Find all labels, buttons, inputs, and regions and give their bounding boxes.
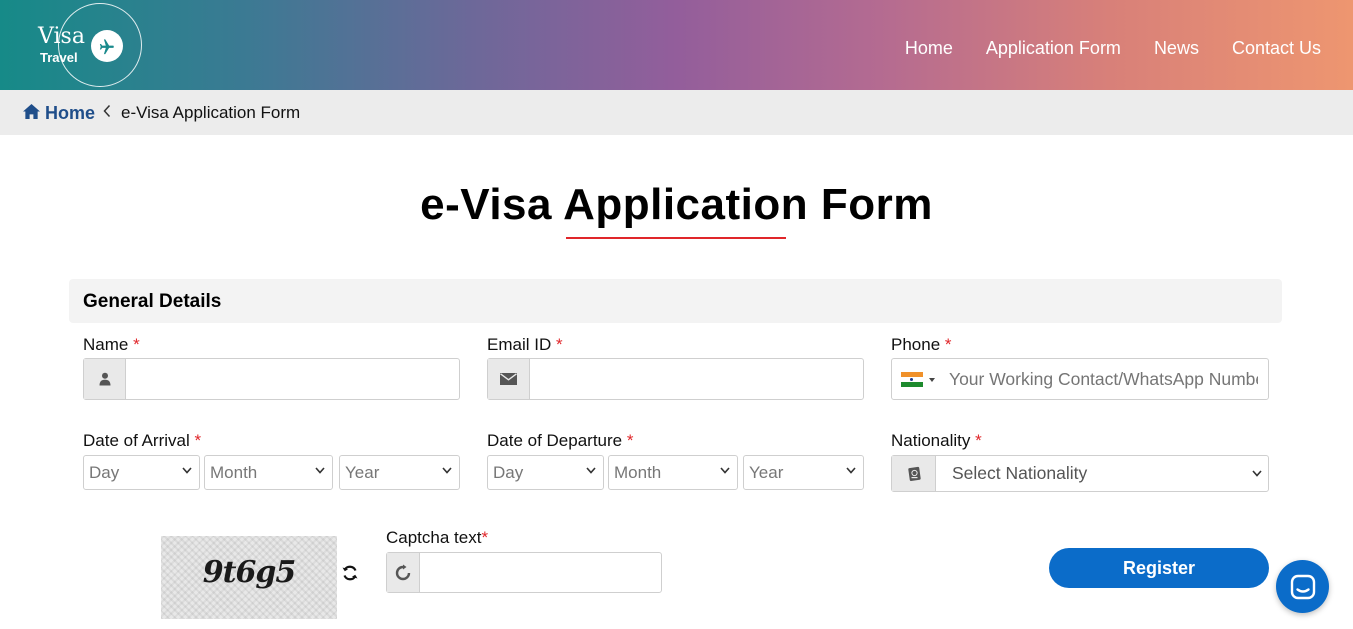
- caret-down-icon: [929, 378, 935, 382]
- india-flag-icon: [901, 372, 923, 387]
- departure-year-value: Year: [749, 462, 784, 482]
- required-mark: *: [626, 431, 634, 450]
- chevron-down-icon: [442, 467, 452, 474]
- email-label-text: Email ID: [487, 335, 552, 354]
- arrival-label: Date of Arrival *: [83, 431, 201, 451]
- brand-logo[interactable]: Visa Travel: [28, 3, 142, 89]
- departure-label: Date of Departure *: [487, 431, 634, 451]
- page-title: e-Visa Application Form: [420, 180, 933, 229]
- section-header: General Details: [69, 279, 1282, 323]
- chevron-down-icon: [720, 467, 730, 474]
- country-code-dropdown[interactable]: [892, 359, 940, 399]
- plane-icon: [91, 30, 123, 62]
- required-mark: *: [975, 431, 982, 450]
- chevron-down-icon: [846, 467, 856, 474]
- breadcrumb-current: e-Visa Application Form: [121, 103, 301, 122]
- nav-application-form[interactable]: Application Form: [986, 38, 1121, 59]
- chevron-down-icon: [182, 467, 192, 474]
- main-nav: Home Application Form News Contact Us: [905, 38, 1321, 59]
- nationality-label: Nationality *: [891, 431, 982, 451]
- captcha-label: Captcha text*: [386, 528, 488, 548]
- envelope-icon: [488, 359, 530, 399]
- arrival-year-value: Year: [345, 462, 380, 482]
- arrival-month-value: Month: [210, 462, 258, 482]
- required-mark: *: [133, 335, 140, 354]
- refresh-icon[interactable]: [341, 564, 359, 587]
- chevron-left-icon: [103, 104, 111, 123]
- user-icon: [84, 359, 126, 399]
- nationality-value: Select Nationality: [952, 463, 1088, 483]
- breadcrumb-home-link[interactable]: Home: [45, 103, 95, 124]
- departure-day-select[interactable]: Day: [487, 455, 604, 490]
- nationality-field: Select Nationality: [891, 455, 1269, 492]
- required-mark: *: [194, 431, 202, 450]
- nationality-label-text: Nationality: [891, 431, 971, 450]
- arrival-year-select[interactable]: Year: [339, 455, 460, 490]
- section-title: General Details: [83, 291, 222, 312]
- phone-label-text: Phone: [891, 335, 941, 354]
- captcha-input[interactable]: [420, 553, 661, 592]
- name-field: [83, 358, 460, 400]
- home-icon[interactable]: [22, 103, 41, 125]
- name-label: Name *: [83, 335, 140, 355]
- logo-text-visa: Visa: [38, 24, 85, 49]
- arrival-day-value: Day: [89, 462, 120, 482]
- departure-month-select[interactable]: Month: [608, 455, 738, 490]
- breadcrumb: Home e-Visa Application Form: [0, 90, 1353, 135]
- departure-month-value: Month: [614, 462, 662, 482]
- captcha-image: 9t6g5: [161, 536, 337, 619]
- arrival-day-select[interactable]: Day: [83, 455, 200, 490]
- spinner-icon: [387, 553, 420, 592]
- required-mark: *: [555, 335, 563, 354]
- captcha-label-text: Captcha text: [386, 528, 482, 547]
- phone-field: [891, 358, 1269, 400]
- title-underline: [566, 237, 786, 239]
- chevron-down-icon: [1252, 470, 1262, 477]
- nationality-select[interactable]: Select Nationality: [936, 456, 1268, 491]
- email-field: [487, 358, 864, 400]
- departure-label-text: Date of Departure: [487, 431, 623, 450]
- passport-icon: [892, 456, 936, 491]
- chevron-down-icon: [315, 467, 325, 474]
- email-input[interactable]: [530, 359, 863, 399]
- arrival-label-text: Date of Arrival: [83, 431, 190, 450]
- departure-year-select[interactable]: Year: [743, 455, 864, 490]
- site-header: Visa Travel Home Application Form News C…: [0, 0, 1353, 90]
- logo-text-travel: Travel: [40, 50, 78, 65]
- chat-icon[interactable]: [1276, 560, 1329, 613]
- chevron-down-icon: [586, 467, 596, 474]
- departure-day-value: Day: [493, 462, 524, 482]
- required-mark: *: [481, 528, 489, 547]
- arrival-month-select[interactable]: Month: [204, 455, 333, 490]
- captcha-field: [386, 552, 662, 593]
- required-mark: *: [944, 335, 952, 354]
- nav-contact-us[interactable]: Contact Us: [1232, 38, 1321, 59]
- register-button[interactable]: Register: [1049, 548, 1269, 588]
- email-label: Email ID *: [487, 335, 563, 355]
- phone-label: Phone *: [891, 335, 952, 355]
- nav-home[interactable]: Home: [905, 38, 953, 59]
- name-label-text: Name: [83, 335, 129, 354]
- captcha-image-text: 9t6g5: [202, 555, 296, 590]
- name-input[interactable]: [126, 359, 459, 399]
- nav-news[interactable]: News: [1154, 38, 1199, 59]
- phone-input[interactable]: [940, 359, 1268, 399]
